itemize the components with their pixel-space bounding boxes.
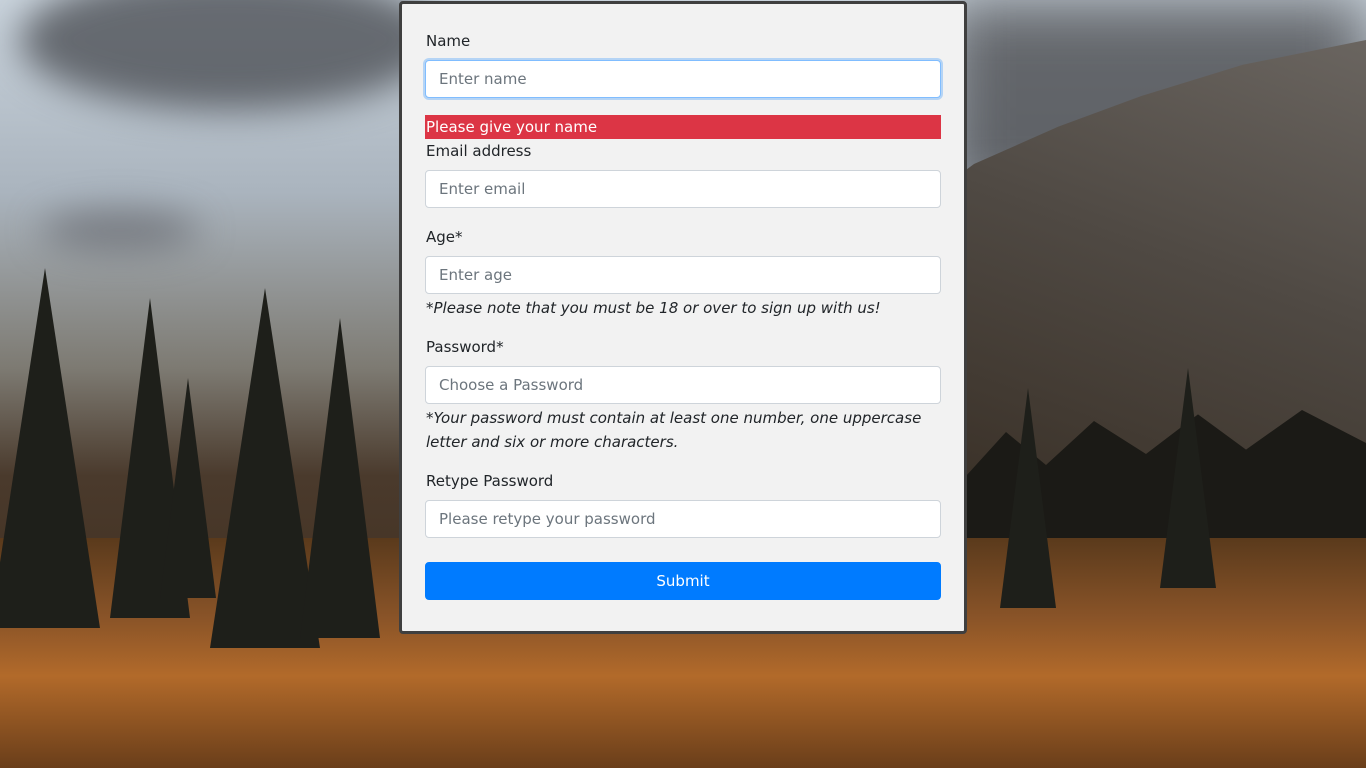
password-note: *Your password must contain at least one… [426, 409, 922, 451]
tree [0, 268, 100, 628]
age-label: Age* [426, 228, 463, 246]
retype-password-label: Retype Password [426, 472, 554, 490]
tree [1160, 368, 1216, 588]
tree [1000, 388, 1056, 608]
password-label: Password* [426, 338, 504, 356]
email-input[interactable] [425, 170, 941, 208]
name-input[interactable] [425, 60, 941, 98]
tree [300, 318, 380, 638]
age-note: *Please note that you must be 18 or over… [426, 299, 881, 317]
retype-password-input[interactable] [425, 500, 941, 538]
name-error-message: Please give your name [425, 115, 941, 139]
signup-form-card: Name Please give your name Email address… [399, 1, 967, 634]
password-input[interactable] [425, 366, 941, 404]
age-input[interactable] [425, 256, 941, 294]
email-label: Email address [426, 142, 532, 160]
tree [160, 378, 216, 598]
name-label: Name [426, 32, 471, 50]
submit-button[interactable]: Submit [425, 562, 941, 600]
cloud [40, 210, 200, 250]
cloud [20, 0, 440, 110]
